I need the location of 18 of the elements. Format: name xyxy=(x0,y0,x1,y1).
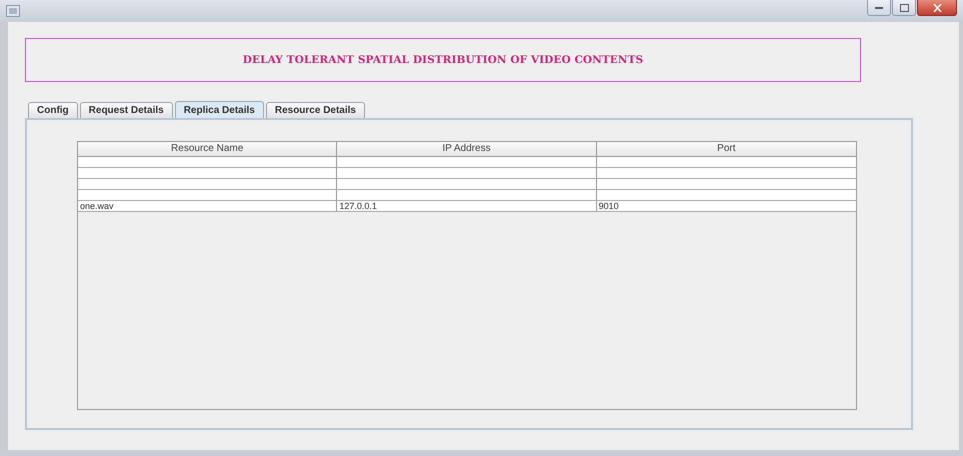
tab[interactable]: Config xyxy=(28,102,78,118)
tab[interactable]: Request Details xyxy=(80,102,173,118)
table-cell: one.wav xyxy=(78,201,338,212)
tab[interactable]: Replica Details xyxy=(174,101,264,118)
column-header[interactable]: IP Address xyxy=(337,142,597,157)
table-cell: 127.0.0.1 xyxy=(337,201,597,212)
app-title: DELAY TOLERANT SPATIAL DISTRIBUTION OF VIDEO CONTENTS xyxy=(242,54,644,66)
table-cell: 9010 xyxy=(596,201,856,212)
tab[interactable]: Resource Details xyxy=(266,102,365,118)
column-header[interactable]: Resource Name xyxy=(78,142,338,157)
close-button[interactable] xyxy=(917,0,957,16)
maximize-button[interactable] xyxy=(892,0,916,16)
minimize-icon xyxy=(875,6,883,9)
close-icon xyxy=(932,4,942,12)
maximize-icon xyxy=(900,4,908,12)
column-header[interactable]: Port xyxy=(596,142,856,157)
minimize-button[interactable] xyxy=(867,0,891,16)
app-icon xyxy=(6,5,20,17)
